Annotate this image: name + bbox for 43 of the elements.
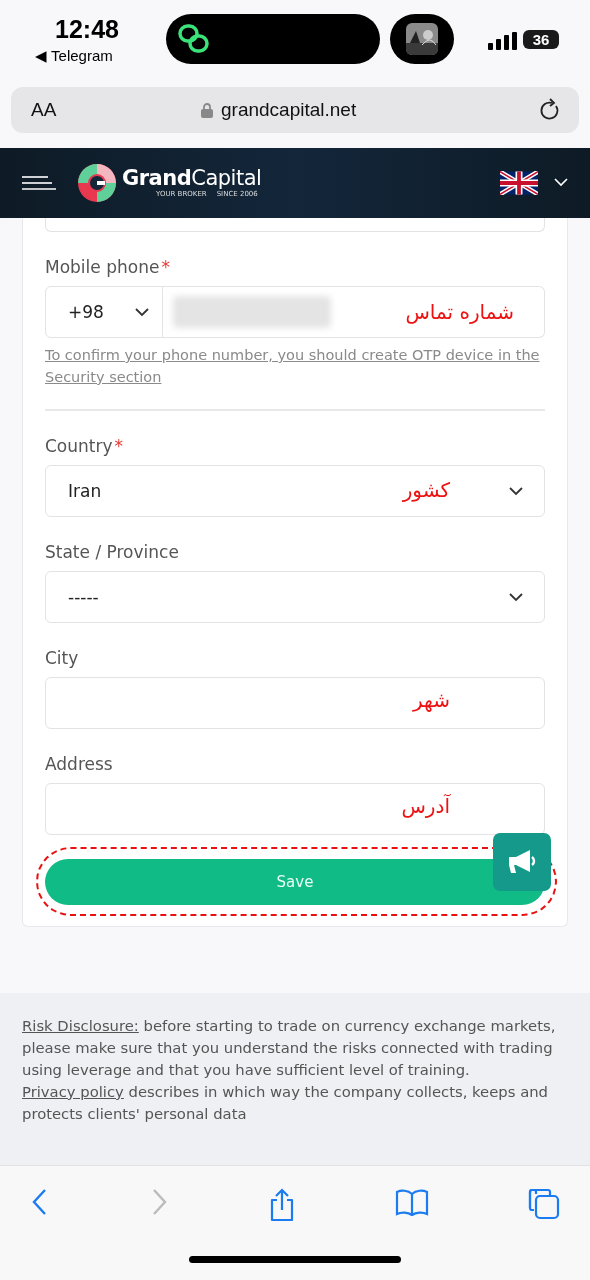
url-text: grandcapital.net xyxy=(221,98,358,121)
announcement-button[interactable] xyxy=(493,832,551,891)
flag-icon[interactable] xyxy=(500,170,538,195)
reload-icon[interactable] xyxy=(539,97,561,122)
lock-icon xyxy=(201,101,213,118)
input-field[interactable] xyxy=(45,217,545,232)
risk-disclosure-link[interactable]: Risk Disclosure: xyxy=(22,1016,139,1034)
chevron-down-icon xyxy=(508,485,524,496)
signal-icon xyxy=(488,32,517,50)
select-field[interactable]: ----- xyxy=(45,570,545,623)
annotation-text: کشور xyxy=(402,477,450,502)
field-label: Mobile phone xyxy=(45,255,160,278)
required-asterisk: * xyxy=(161,255,170,278)
required-asterisk: * xyxy=(114,434,124,457)
brand-name: GrandCapital xyxy=(122,166,262,191)
chevron-down-icon xyxy=(508,591,524,602)
otp-hint-link[interactable]: To confirm your phone number, you should create OTP device in the Security section xyxy=(45,343,545,388)
field-label: State / Province xyxy=(45,540,179,563)
share-icon[interactable] xyxy=(268,1188,296,1223)
risk-disclosure-text: Risk Disclosure: before starting to trade on currency exchange markets, please make sure that you understand the risks connected with trading using leverage and that you have sufficient level of training. xyxy=(22,1015,557,1080)
link-icon xyxy=(178,24,210,54)
field-label: Address xyxy=(45,752,113,775)
back-to-app-link[interactable]: ◀ Telegram xyxy=(35,47,113,65)
chevron-down-icon xyxy=(134,306,150,317)
input-field[interactable]: آدرس xyxy=(45,782,545,835)
annotation-text: شهر xyxy=(413,687,450,712)
field-label: City xyxy=(45,646,79,669)
battery-level: 36 xyxy=(523,30,559,49)
annotation-text: آدرس xyxy=(401,793,450,818)
logo-icon xyxy=(78,163,116,202)
text-size-button[interactable]: AA xyxy=(31,98,201,121)
phone-input-field[interactable]: شماره تماس xyxy=(163,285,545,338)
address-bar[interactable]: AA grandcapital.net xyxy=(11,87,579,133)
privacy-policy-link[interactable]: Privacy policy xyxy=(22,1082,124,1100)
clock-time: 12:48 xyxy=(55,14,119,44)
menu-icon[interactable] xyxy=(22,174,56,191)
country-code-select[interactable]: +98 xyxy=(45,285,163,338)
field-label: Country xyxy=(45,434,113,457)
megaphone-icon xyxy=(507,848,537,875)
input-field[interactable]: شهر xyxy=(45,676,545,729)
annotation-text: شماره تماس xyxy=(405,299,514,324)
chevron-down-icon[interactable] xyxy=(554,178,568,188)
privacy-text: Privacy policy describes in which way the company collects, keeps and protects clients' personal data xyxy=(22,1081,549,1124)
